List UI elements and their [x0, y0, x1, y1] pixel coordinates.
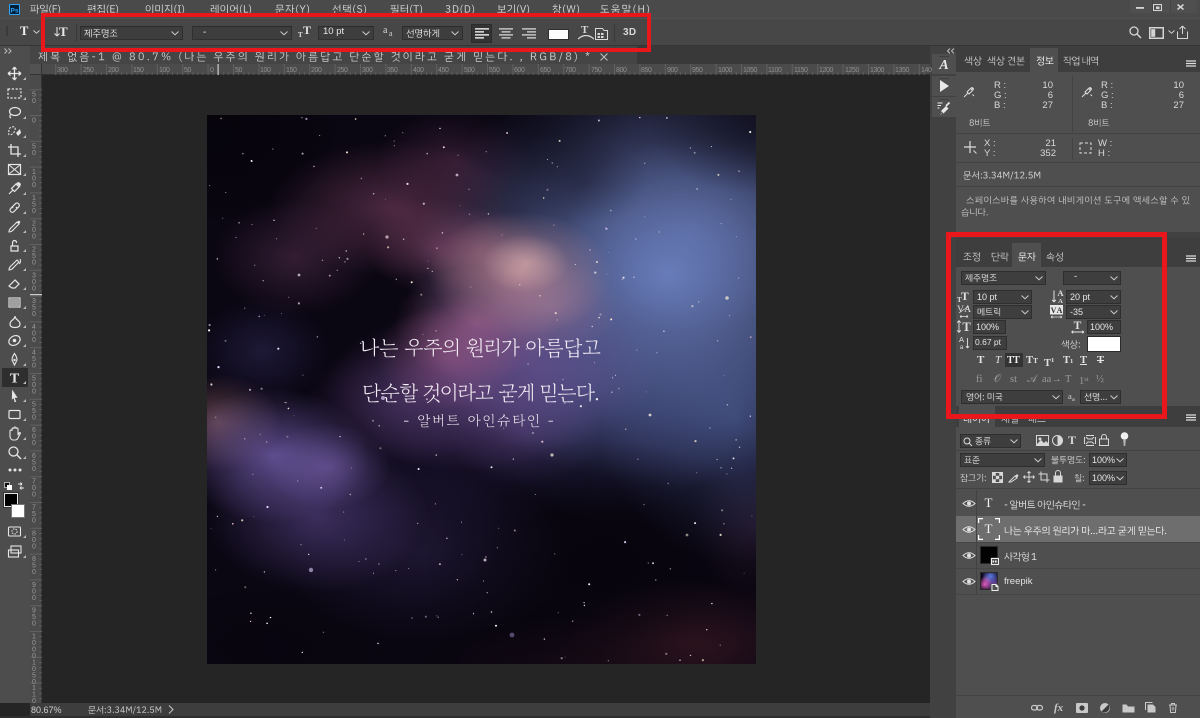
svg-text:100: 100 — [260, 67, 271, 74]
svg-text:150: 150 — [133, 67, 144, 74]
svg-text:1150: 1150 — [794, 67, 808, 74]
svg-text:300: 300 — [362, 67, 373, 74]
svg-text:300: 300 — [57, 67, 68, 74]
svg-text:0: 0 — [32, 543, 36, 550]
svg-text:0: 0 — [32, 363, 36, 370]
svg-text:200: 200 — [311, 67, 322, 74]
svg-text:350: 350 — [387, 67, 398, 74]
svg-text:1250: 1250 — [845, 67, 859, 74]
svg-text:0: 0 — [32, 466, 36, 473]
svg-text:0: 0 — [32, 311, 36, 318]
svg-text:0: 0 — [32, 150, 36, 157]
svg-text:1300: 1300 — [870, 67, 884, 74]
svg-text:50: 50 — [235, 67, 242, 74]
svg-text:0: 0 — [32, 285, 36, 292]
svg-text:600: 600 — [514, 67, 525, 74]
svg-text:0: 0 — [32, 414, 36, 421]
svg-text:500: 500 — [464, 67, 475, 74]
svg-text:0: 0 — [32, 569, 36, 576]
svg-text:950: 950 — [692, 67, 703, 74]
svg-text:550: 550 — [489, 67, 500, 74]
svg-text:750: 750 — [591, 67, 602, 74]
svg-text:0: 0 — [32, 621, 36, 628]
svg-text:0: 0 — [32, 260, 36, 267]
svg-text:0: 0 — [210, 67, 214, 74]
svg-text:1100: 1100 — [768, 67, 782, 74]
svg-text:250: 250 — [337, 67, 348, 74]
svg-text:450: 450 — [438, 67, 449, 74]
svg-text:1350: 1350 — [895, 67, 909, 74]
svg-text:900: 900 — [667, 67, 678, 74]
svg-text:T: T — [9, 371, 19, 385]
svg-text:800: 800 — [616, 67, 627, 74]
svg-text:0: 0 — [32, 492, 36, 499]
svg-text:0: 0 — [32, 337, 36, 344]
svg-text:0: 0 — [32, 698, 36, 703]
svg-text:Ps: Ps — [11, 7, 19, 14]
svg-text:200: 200 — [108, 67, 119, 74]
svg-text:50: 50 — [184, 67, 191, 74]
svg-text:0: 0 — [32, 98, 36, 105]
svg-text:850: 850 — [641, 67, 652, 74]
svg-text:400: 400 — [413, 67, 424, 74]
svg-text:0: 0 — [32, 518, 36, 525]
svg-text:150: 150 — [286, 67, 297, 74]
svg-text:A: A — [938, 58, 948, 73]
svg-text:100: 100 — [159, 67, 170, 74]
svg-text:0: 0 — [32, 182, 36, 189]
svg-text:0: 0 — [32, 595, 36, 602]
svg-text:0: 0 — [32, 389, 36, 396]
svg-text:0: 0 — [32, 234, 36, 241]
svg-text:700: 700 — [565, 67, 576, 74]
svg-text:0: 0 — [32, 208, 36, 215]
svg-text:0: 0 — [32, 440, 36, 447]
svg-text:1000: 1000 — [718, 67, 732, 74]
svg-text:650: 650 — [540, 67, 551, 74]
svg-text:1050: 1050 — [743, 67, 757, 74]
svg-text:0: 0 — [32, 118, 36, 125]
svg-text:250: 250 — [83, 67, 94, 74]
svg-text:1200: 1200 — [819, 67, 833, 74]
